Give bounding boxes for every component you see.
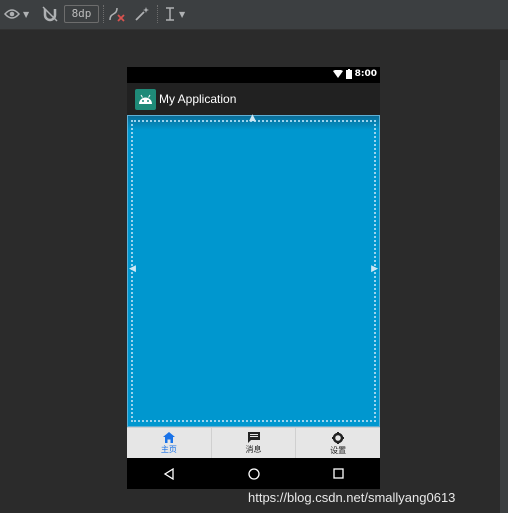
watermark: https://blog.csdn.net/smallyang0613 bbox=[248, 490, 456, 505]
home-circle-icon[interactable] bbox=[248, 467, 260, 480]
resize-handle-top-icon[interactable]: ▲ bbox=[249, 113, 256, 123]
layout-editor-toolbar: ▼ 8dp ▼ bbox=[0, 0, 508, 30]
nav-item-messages[interactable]: 消息 bbox=[212, 428, 297, 459]
recents-icon[interactable] bbox=[332, 468, 344, 479]
magic-wand-icon bbox=[135, 7, 149, 21]
view-options-button[interactable]: ▼ bbox=[4, 4, 29, 24]
status-bar: 8:00 bbox=[127, 67, 380, 83]
toolbar-separator bbox=[103, 5, 104, 23]
guidelines-button[interactable]: ▼ bbox=[164, 4, 185, 24]
autoconnect-toggle[interactable] bbox=[42, 4, 58, 24]
system-navigation-bar bbox=[127, 458, 380, 489]
wifi-icon bbox=[332, 70, 343, 78]
app-title: My Application bbox=[159, 92, 237, 106]
home-icon bbox=[162, 432, 175, 443]
eye-icon bbox=[4, 9, 20, 19]
default-margin-field[interactable]: 8dp bbox=[64, 5, 99, 23]
nav-label-settings: 设置 bbox=[330, 445, 347, 455]
android-icon bbox=[135, 89, 156, 110]
fragment-container[interactable]: ▲ ◀ ▶ bbox=[127, 113, 380, 427]
chevron-down-icon: ▼ bbox=[23, 9, 30, 19]
settings-icon bbox=[332, 431, 345, 444]
app-bar: My Application bbox=[127, 83, 380, 115]
resize-handle-left-icon[interactable]: ◀ bbox=[129, 264, 136, 274]
infer-constraints-button[interactable] bbox=[134, 4, 150, 24]
battery-icon bbox=[345, 69, 352, 79]
status-time: 8:00 bbox=[354, 69, 377, 79]
magnet-off-icon bbox=[42, 6, 58, 22]
device-preview: 8:00 My Application ▲ ◀ ▶ 主页 消息 设置 bbox=[127, 67, 380, 489]
clear-constraints-button[interactable] bbox=[108, 4, 126, 24]
chevron-down-icon: ▼ bbox=[179, 9, 186, 19]
clear-constraints-icon bbox=[109, 7, 125, 22]
back-icon[interactable] bbox=[163, 467, 175, 480]
vertical-scrollbar[interactable] bbox=[500, 60, 508, 513]
nav-label-home: 主页 bbox=[160, 445, 177, 454]
selection-outline bbox=[131, 120, 376, 422]
bottom-navigation: 主页 消息 设置 bbox=[127, 427, 380, 459]
nav-item-home[interactable]: 主页 bbox=[127, 428, 212, 459]
message-icon bbox=[247, 432, 260, 443]
text-cursor-icon bbox=[166, 7, 174, 21]
resize-handle-right-icon[interactable]: ▶ bbox=[371, 264, 378, 274]
nav-item-settings[interactable]: 设置 bbox=[296, 428, 380, 459]
nav-label-messages: 消息 bbox=[245, 445, 262, 454]
toolbar-separator bbox=[157, 5, 158, 23]
